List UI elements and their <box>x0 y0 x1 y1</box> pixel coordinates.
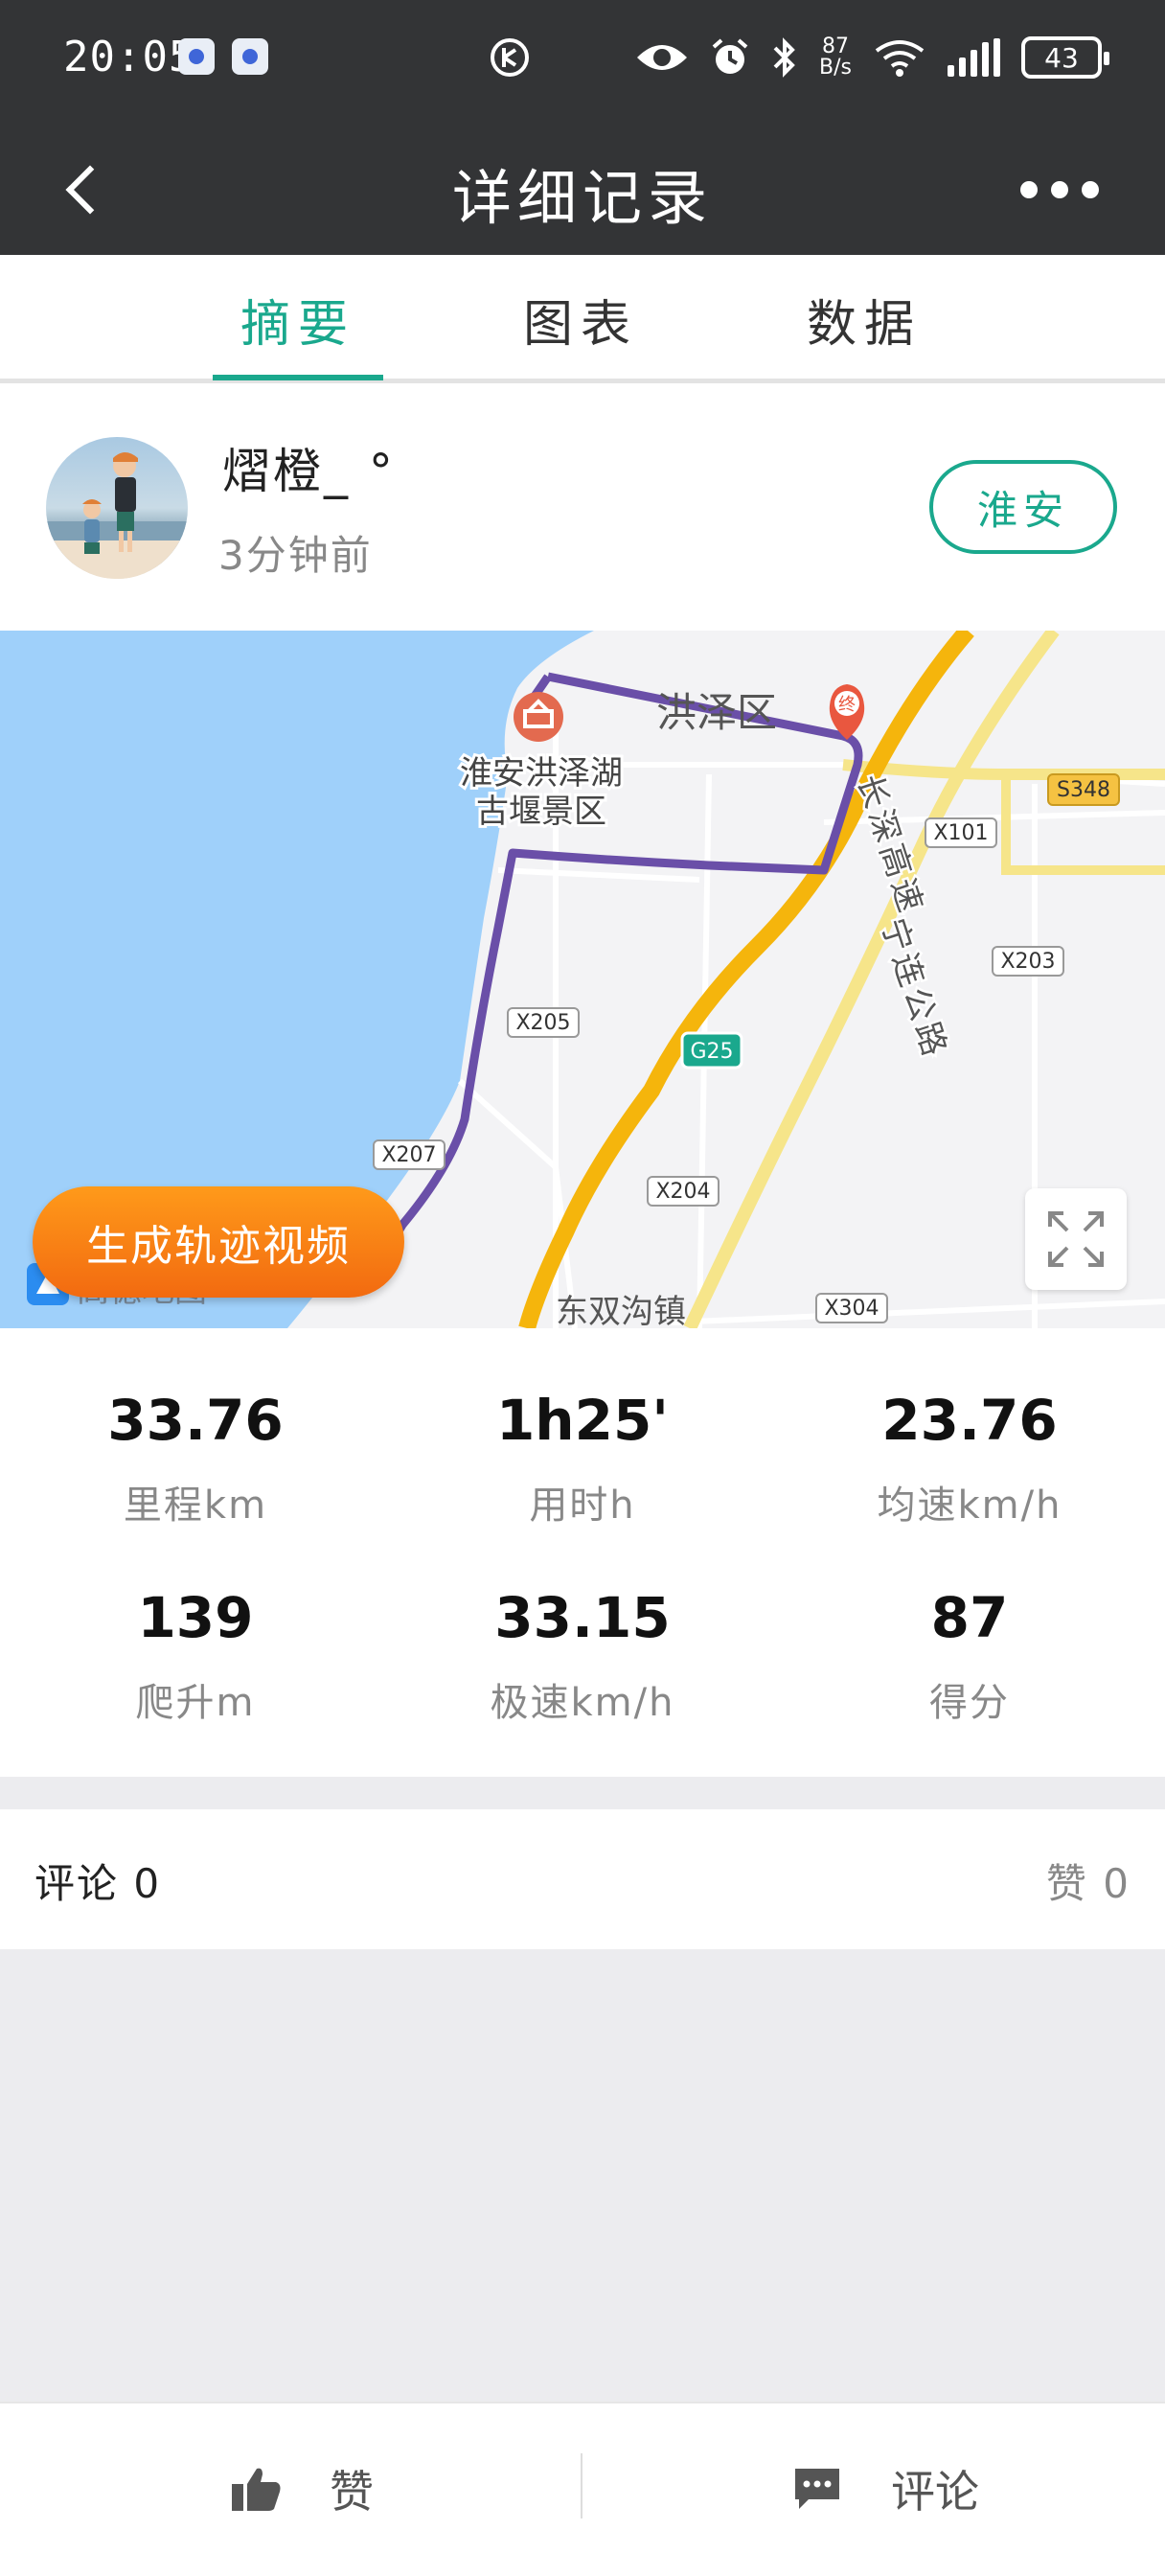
svg-text:X101: X101 <box>933 821 988 845</box>
tab-active-indicator <box>213 375 383 380</box>
network-speed-value: 87 <box>822 34 850 58</box>
stats-grid: 33.76 里程km 1h25' 用时h 23.76 均速km/h 139 爬升… <box>0 1328 1165 1777</box>
more-dot-icon <box>1051 181 1068 198</box>
status-time: 20:05 <box>63 33 195 81</box>
thumbs-up-icon <box>232 2468 281 2511</box>
road-badge-x204: X204 <box>647 1176 720 1207</box>
scenic-label-line1: 淮安洪泽湖 <box>460 754 623 793</box>
expand-icon <box>1048 1211 1104 1267</box>
comments-header: 评论 0 赞 0 <box>0 1809 1165 1949</box>
bluetooth-icon <box>773 37 795 78</box>
post-time: 3分钟前 <box>218 532 373 579</box>
stat-label: 爬升m <box>135 1681 256 1725</box>
signal-icon <box>948 38 1000 77</box>
generate-track-video-button[interactable]: 生成轨迹视频 <box>33 1186 404 1298</box>
comment-button-label: 评论 <box>891 2466 979 2518</box>
scenic-label-line2: 古堰景区 <box>476 793 606 831</box>
battery-level: 43 <box>1044 41 1079 74</box>
stat-value: 87 <box>930 1585 1009 1650</box>
stat-label: 极速km/h <box>490 1681 675 1725</box>
stat-label: 用时h <box>529 1484 636 1528</box>
like-button[interactable]: 赞 <box>230 2455 374 2522</box>
svg-text:X207: X207 <box>381 1143 436 1167</box>
battery-icon: 43 <box>1021 36 1109 79</box>
like-button-label: 赞 <box>330 2466 374 2518</box>
bottom-action-bar: 赞 评论 <box>0 2402 1165 2576</box>
road-badge-g25: G25 <box>680 1031 743 1070</box>
road-badge-x205: X205 <box>507 1007 580 1038</box>
comment-button[interactable]: 评论 <box>791 2455 979 2522</box>
more-options-button[interactable] <box>993 161 1127 218</box>
town-label: 东双沟镇 <box>556 1293 686 1328</box>
location-button[interactable]: 淮安 <box>929 460 1117 554</box>
road-badge-x203: X203 <box>992 946 1064 977</box>
tab-summary[interactable]: 摘要 <box>212 284 384 356</box>
svg-text:X203: X203 <box>1000 950 1055 974</box>
notification-app-icon-2 <box>232 38 268 75</box>
stat-elevation-gain: 139 爬升m <box>42 1585 349 1727</box>
comment-count: 评论 0 <box>34 1860 162 1907</box>
data-saver-icon <box>491 38 529 77</box>
eye-icon <box>637 45 688 70</box>
stat-distance: 33.76 里程km <box>42 1388 349 1530</box>
stat-value: 23.76 <box>881 1388 1058 1453</box>
wifi-icon <box>875 40 925 77</box>
comment-icon <box>795 2469 839 2509</box>
stat-label: 均速km/h <box>877 1484 1062 1528</box>
network-speed-unit: B/s <box>819 56 852 80</box>
more-dot-icon <box>1020 181 1038 198</box>
stat-label: 得分 <box>929 1681 1010 1725</box>
svg-text:G25: G25 <box>690 1040 733 1064</box>
stat-value: 33.15 <box>494 1585 671 1650</box>
status-right-group: 87 B/s 43 <box>635 29 1109 86</box>
like-count[interactable]: 赞 0 <box>1046 1852 1131 1910</box>
svg-text:X204: X204 <box>655 1180 710 1204</box>
stat-value: 33.76 <box>107 1388 284 1453</box>
user-section: 熠橙_ ° 3分钟前 淮安 <box>0 383 1165 631</box>
bottom-divider <box>581 2453 582 2518</box>
status-bar: 20:05 87 B/s 43 <box>0 0 1165 123</box>
scenic-spot-marker <box>514 692 563 742</box>
end-marker-label: 终 <box>838 695 856 715</box>
road-badge-x101: X101 <box>925 817 997 848</box>
tab-data[interactable]: 数据 <box>778 284 950 356</box>
svg-text:X205: X205 <box>515 1011 570 1035</box>
stat-value: 139 <box>137 1585 254 1650</box>
page-title: 详细记录 <box>451 163 713 233</box>
stat-label: 里程km <box>123 1484 268 1528</box>
network-speed: 87 B/s <box>819 36 852 79</box>
title-bar: 详细记录 <box>0 123 1165 255</box>
username[interactable]: 熠橙_ ° <box>222 433 396 502</box>
tab-bar: 摘要 图表 数据 <box>0 255 1165 383</box>
avatar-illustration <box>46 452 188 579</box>
stat-max-speed: 33.15 极速km/h <box>429 1585 736 1727</box>
stat-value: 1h25' <box>495 1388 670 1453</box>
notification-app-icon <box>178 38 215 75</box>
road-badge-x304: X304 <box>815 1293 888 1323</box>
avatar[interactable] <box>46 437 188 579</box>
stat-score: 87 得分 <box>816 1585 1123 1727</box>
map-expand-button[interactable] <box>1025 1188 1127 1290</box>
svg-text:S348: S348 <box>1057 778 1110 802</box>
route-map[interactable]: 终 洪泽区 淮安洪泽湖 古堰景区 长深高速 宁连公路 东双沟镇 S348 X10… <box>0 631 1165 1328</box>
district-label: 洪泽区 <box>656 689 777 736</box>
road-badge-x207: X207 <box>373 1139 445 1170</box>
alarm-icon <box>712 38 748 74</box>
stat-avg-speed: 23.76 均速km/h <box>816 1388 1123 1530</box>
more-dot-icon <box>1082 181 1099 198</box>
stat-duration: 1h25' 用时h <box>429 1388 736 1530</box>
road-badge-s348: S348 <box>1047 773 1120 806</box>
tab-charts[interactable]: 图表 <box>494 284 667 356</box>
svg-text:X304: X304 <box>824 1297 879 1321</box>
